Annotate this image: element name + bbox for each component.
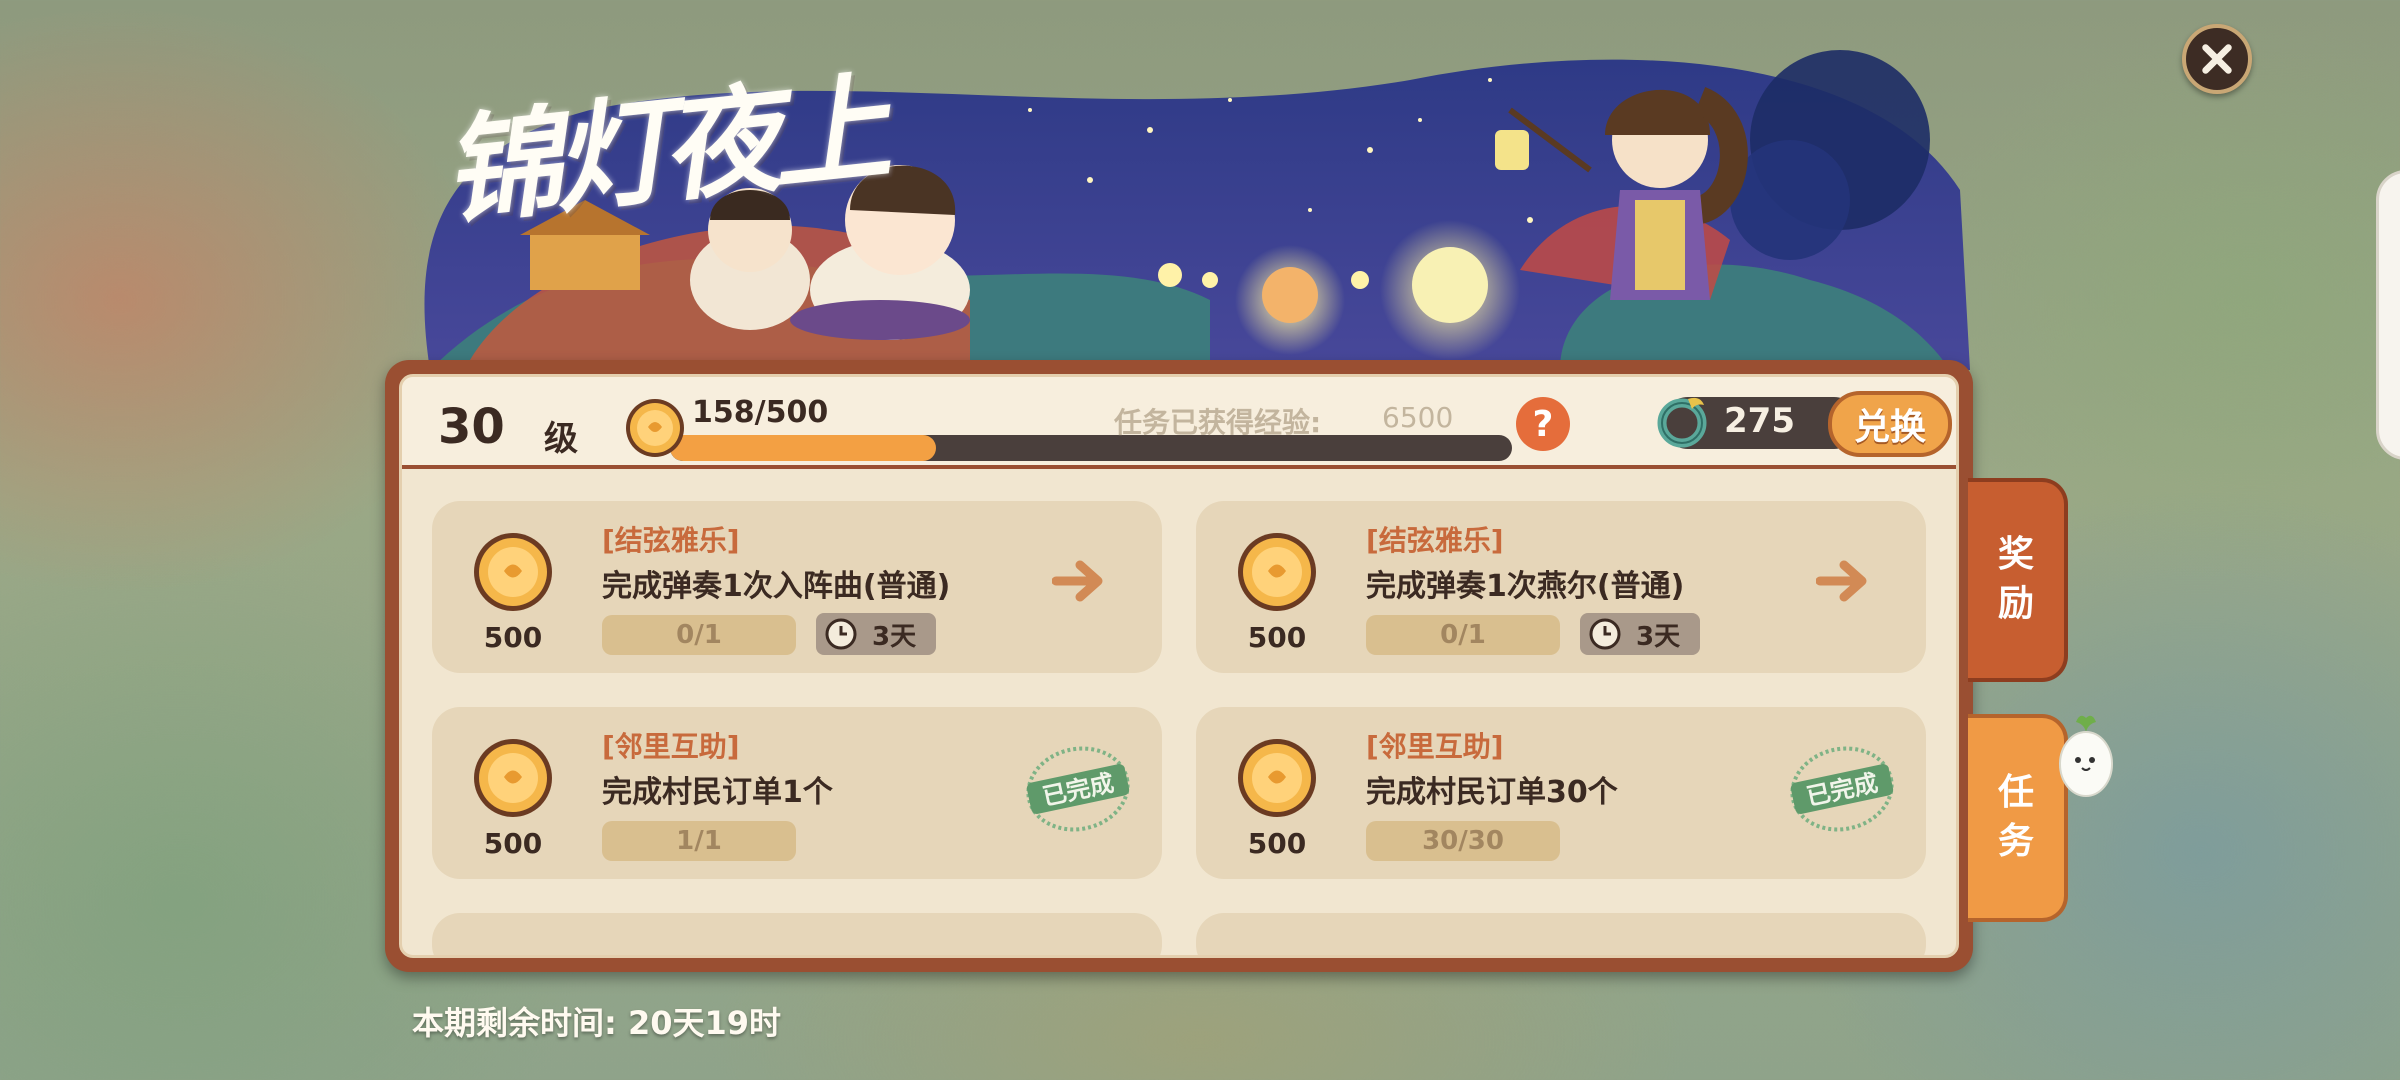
task-card-partial[interactable] bbox=[432, 913, 1162, 955]
task-panel: 30 级 158/500 任务已获得经验: 6500 ? 275 兑换 500 … bbox=[385, 360, 1973, 972]
clock-icon bbox=[825, 618, 857, 650]
coin-icon bbox=[1238, 533, 1316, 611]
task-timer: 3天 bbox=[1580, 613, 1700, 655]
coin-icon bbox=[474, 533, 552, 611]
task-description: 完成村民订单30个 bbox=[1366, 775, 1618, 810]
completed-stamp-icon: 已完成 bbox=[1790, 746, 1894, 832]
currency-icon bbox=[1657, 397, 1707, 448]
help-button[interactable]: ? bbox=[1516, 397, 1570, 451]
task-timer: 3天 bbox=[816, 613, 936, 655]
task-description: 完成弹奏1次燕尔(普通) bbox=[1366, 569, 1685, 604]
level-number: 30 bbox=[438, 399, 505, 455]
tab-reward-label-1: 奖 bbox=[1997, 534, 2034, 576]
reward-amount: 500 bbox=[1247, 827, 1307, 860]
task-category: [邻里互助] bbox=[602, 730, 740, 763]
completed-stamp-icon: 已完成 bbox=[1026, 746, 1130, 832]
level-header: 30 级 158/500 任务已获得经验: 6500 ? 275 兑换 bbox=[402, 377, 1956, 469]
reward-amount: 500 bbox=[483, 621, 543, 654]
task-progress: 0/1 bbox=[1366, 615, 1560, 655]
coin-icon bbox=[474, 739, 552, 817]
task-progress: 1/1 bbox=[602, 821, 796, 861]
task-category: [结弦雅乐] bbox=[602, 524, 740, 557]
arrow-right-icon[interactable] bbox=[1052, 559, 1106, 603]
tab-reward[interactable]: 奖 励 bbox=[1968, 478, 2068, 682]
task-description: 完成村民订单1个 bbox=[602, 775, 833, 810]
task-xp-label: 任务已获得经验: bbox=[1114, 406, 1322, 439]
task-time-left: 3天 bbox=[1636, 621, 1681, 652]
task-category: [邻里互助] bbox=[1366, 730, 1504, 763]
radish-mascot-icon bbox=[2059, 715, 2113, 797]
xp-progress-fill bbox=[670, 435, 937, 461]
coin-icon bbox=[1238, 739, 1316, 817]
task-description: 完成弹奏1次入阵曲(普通) bbox=[602, 569, 951, 604]
close-icon bbox=[2202, 44, 2232, 74]
clock-icon bbox=[1589, 618, 1621, 650]
task-xp-value: 6500 bbox=[1382, 401, 1454, 434]
close-button[interactable] bbox=[2182, 24, 2252, 94]
task-card[interactable]: 500 [结弦雅乐] 完成弹奏1次燕尔(普通) 0/1 3天 bbox=[1196, 501, 1926, 673]
task-time-left: 3天 bbox=[872, 621, 917, 652]
xp-text: 158/500 bbox=[692, 395, 829, 430]
task-progress: 0/1 bbox=[602, 615, 796, 655]
task-card[interactable]: 500 [邻里互助] 完成村民订单1个 1/1 已完成 bbox=[432, 707, 1162, 879]
task-panel-inner: 30 级 158/500 任务已获得经验: 6500 ? 275 兑换 500 … bbox=[399, 374, 1959, 958]
task-card[interactable]: 500 [邻里互助] 完成村民订单30个 30/30 已完成 bbox=[1196, 707, 1926, 879]
tab-task-label-2: 务 bbox=[1997, 821, 2034, 862]
xp-progress-bar bbox=[670, 435, 1512, 461]
tab-task-label-1: 任 bbox=[1997, 772, 2034, 814]
remaining-time: 本期剩余时间: 20天19时 bbox=[412, 1004, 782, 1042]
level-unit: 级 bbox=[544, 419, 578, 459]
task-category: [结弦雅乐] bbox=[1366, 524, 1504, 557]
side-handle[interactable] bbox=[2376, 170, 2400, 460]
task-card[interactable]: 500 [结弦雅乐] 完成弹奏1次入阵曲(普通) 0/1 3天 bbox=[432, 501, 1162, 673]
currency-value: 275 bbox=[1724, 401, 1795, 441]
task-progress: 30/30 bbox=[1366, 821, 1560, 861]
reward-amount: 500 bbox=[483, 827, 543, 860]
tab-reward-label-2: 励 bbox=[1997, 583, 2034, 624]
reward-amount: 500 bbox=[1247, 621, 1307, 654]
exchange-button[interactable]: 兑换 bbox=[1828, 391, 1952, 457]
help-icon: ? bbox=[1532, 403, 1554, 445]
arrow-right-icon[interactable] bbox=[1816, 559, 1870, 603]
xp-coin-icon bbox=[626, 399, 684, 457]
task-card-partial[interactable] bbox=[1196, 913, 1926, 955]
